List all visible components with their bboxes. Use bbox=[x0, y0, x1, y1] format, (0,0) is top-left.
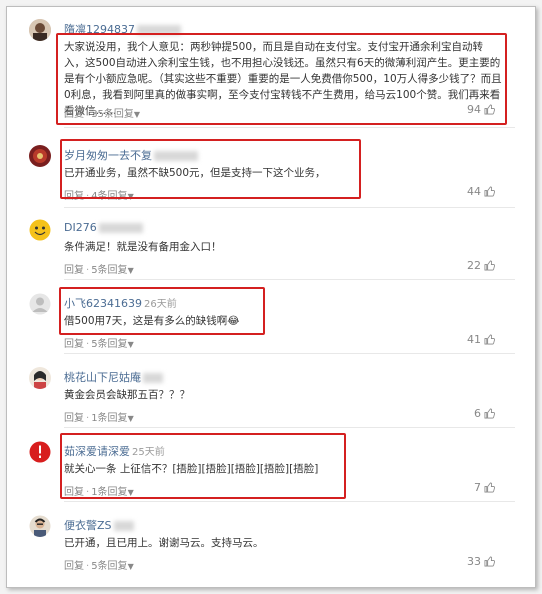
reply-button[interactable]: 回复 bbox=[64, 561, 84, 572]
like-count: 6 bbox=[474, 407, 481, 420]
avatar[interactable] bbox=[29, 219, 51, 241]
highlight-box bbox=[56, 33, 507, 125]
view-replies-link[interactable]: 5条回复 bbox=[91, 339, 127, 350]
blurred-name bbox=[98, 223, 143, 233]
blurred-name bbox=[113, 521, 134, 531]
like-count: 44 bbox=[467, 185, 481, 198]
comment-username[interactable]: DI276 bbox=[64, 221, 143, 234]
divider bbox=[64, 207, 515, 208]
comment-text: 条件满足！就是没有备用金入口！ bbox=[64, 241, 222, 253]
reply-button[interactable]: 回复 bbox=[64, 265, 84, 276]
like-button[interactable]: 6 bbox=[474, 407, 495, 420]
like-button[interactable]: 44 bbox=[467, 185, 495, 198]
like-count: 41 bbox=[467, 333, 481, 346]
avatar[interactable] bbox=[29, 441, 51, 463]
like-button[interactable]: 22 bbox=[467, 259, 495, 272]
comment-actions: 回复 · 5条回复▼ bbox=[64, 561, 134, 572]
comment-panel: 隋凛1294837 大家说没用，我个人意见：两秒钟提500，而且是自动在支付宝。… bbox=[6, 6, 536, 588]
thumb-up-icon bbox=[484, 556, 495, 567]
comment-text: 黄金会员会缺那五百？？？ bbox=[64, 389, 190, 401]
view-replies-link[interactable]: 5条回复 bbox=[91, 561, 127, 572]
divider bbox=[64, 427, 515, 428]
thumb-up-icon bbox=[484, 186, 495, 197]
avatar[interactable] bbox=[29, 293, 51, 315]
thumb-up-icon bbox=[484, 408, 495, 419]
triangle-down-icon: ▼ bbox=[127, 414, 134, 423]
view-replies-link[interactable]: 5条回复 bbox=[91, 265, 127, 276]
reply-button[interactable]: 回复 bbox=[64, 413, 84, 424]
like-count: 22 bbox=[467, 259, 481, 272]
avatar[interactable] bbox=[29, 19, 51, 41]
avatar[interactable] bbox=[29, 367, 51, 389]
divider bbox=[64, 501, 515, 502]
highlight-box bbox=[60, 433, 346, 499]
comment-text: 已开通，且已用上。谢谢马云。支持马云。 bbox=[64, 537, 264, 549]
highlight-box bbox=[60, 139, 361, 199]
triangle-down-icon: ▼ bbox=[127, 340, 134, 349]
comment-username[interactable]: 便衣警ZS bbox=[64, 517, 134, 533]
comment-username[interactable]: 桃花山下尼姑庵 bbox=[64, 369, 163, 385]
comment-actions: 回复 · 1条回复▼ bbox=[64, 413, 134, 424]
divider bbox=[64, 279, 515, 280]
avatar[interactable] bbox=[29, 515, 51, 537]
comment-actions: 回复 · 5条回复▼ bbox=[64, 265, 134, 276]
thumb-up-icon bbox=[484, 334, 495, 345]
divider bbox=[64, 353, 515, 354]
view-replies-link[interactable]: 1条回复 bbox=[91, 413, 127, 424]
avatar[interactable] bbox=[29, 145, 51, 167]
reply-button[interactable]: 回复 bbox=[64, 339, 84, 350]
divider bbox=[64, 127, 515, 128]
thumb-up-icon bbox=[484, 260, 495, 271]
like-count: 7 bbox=[474, 481, 481, 494]
triangle-down-icon: ▼ bbox=[127, 562, 134, 571]
like-count: 33 bbox=[467, 555, 481, 568]
thumb-up-icon bbox=[484, 482, 495, 493]
like-button[interactable]: 41 bbox=[467, 333, 495, 346]
blurred-name bbox=[143, 373, 163, 383]
comment-actions: 回复 · 5条回复▼ bbox=[64, 339, 134, 350]
triangle-down-icon: ▼ bbox=[127, 266, 134, 275]
like-button[interactable]: 7 bbox=[474, 481, 495, 494]
like-button[interactable]: 33 bbox=[467, 555, 495, 568]
highlight-box bbox=[59, 287, 265, 335]
